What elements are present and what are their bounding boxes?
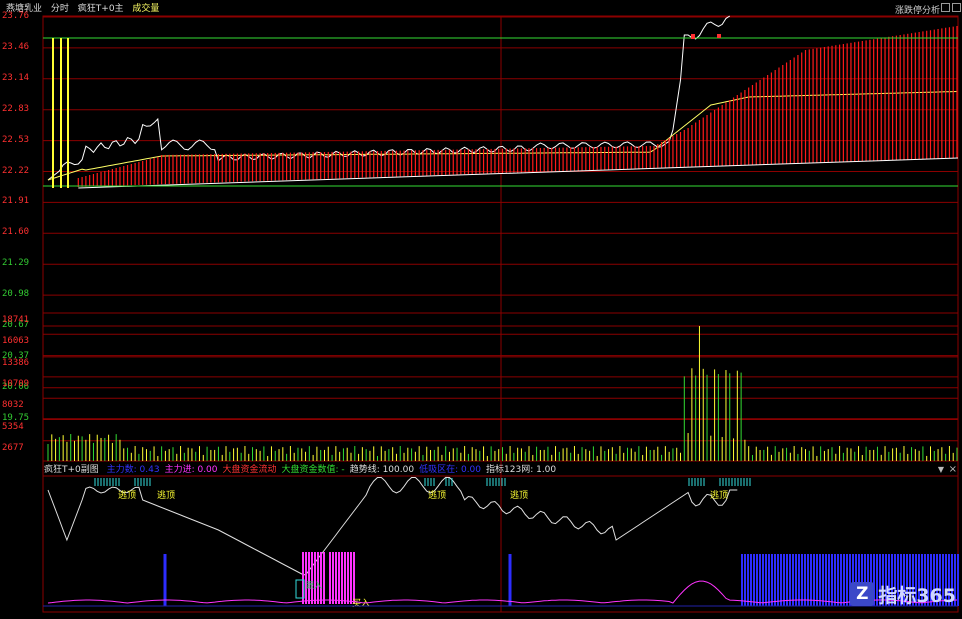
price-tick-label: 22.22 [2,165,30,176]
volume-tick-label: 18741 [2,315,30,325]
top-sell-label: 逃顶 [157,489,175,501]
limit-analysis-link[interactable]: 涨跌停分析 [895,3,940,16]
sub-panel-title[interactable]: 疯狂T+0副图 [44,465,99,475]
follow-label: 跟入 [306,581,322,590]
price-tick-label: 23.76 [2,11,30,21]
price-tick-label: 23.46 [2,41,30,52]
price-tick-label: 20.98 [2,289,30,300]
volume-tick-label: 10709 [2,378,30,389]
top-sell-label: 逃顶 [710,489,728,501]
volume-tick-label: 2677 [2,442,24,453]
watermark-logo: Z 指标365 [850,580,956,608]
price-tick-label: 23.14 [2,72,30,83]
chart-stage: 逃顶 逃顶 逃顶 逃顶 逃顶跟入买入 [0,0,962,616]
volume-tick-label: 8032 [2,400,24,411]
top-sell-label: 逃顶 [428,489,446,501]
buy-marker-icon [691,34,695,39]
maximize-icon[interactable] [941,3,950,12]
top-sell-label: 逃顶 [118,489,136,501]
indicator-label[interactable]: 疯狂T+0主 [78,4,124,14]
dropdown-icon[interactable]: ▼ [938,465,944,474]
sub-panel-item: 趋势线: 100.00 [349,465,415,475]
buy-label: 买入 [352,598,370,609]
price-tick-label: 22.53 [2,134,30,145]
sub-panel-item: 低吸区在: 0.00 [419,465,482,475]
close-icon[interactable] [952,3,961,12]
sub-panel-header: 疯狂T+0副图 主力数: 0.43 主力进: 0.00 大盘资金流动 大盘资金数值: … [44,464,566,476]
price-tick-label: 21.29 [2,258,30,269]
sub-panel-item: 大盘资金数值: - [281,465,345,475]
chart-canvas[interactable]: 逃顶 逃顶 逃顶 逃顶 逃顶跟入买入 [0,0,962,616]
sub-panel-item: 主力数: 0.43 [106,465,160,475]
sub-panel-close-icon[interactable]: × [949,464,957,475]
sub-panel-item: 主力进: 0.00 [164,465,218,475]
price-tick-label: 21.91 [2,196,30,207]
sell-marker-icon [717,34,721,38]
volume-label: 成交量 [132,4,160,14]
volume-tick-label: 13386 [2,357,30,368]
mode-label[interactable]: 分时 [51,4,69,14]
trend-line [47,476,738,576]
price-tick-label: 22.83 [2,103,30,114]
top-sell-label: 逃顶 [510,489,528,501]
sub-panel-item: 大盘资金流动 [222,465,277,475]
price-tick-label: 21.60 [2,227,30,238]
sub-panel-item: 指标123网: 1.00 [486,465,557,475]
logo-mark-icon: Z [850,582,875,606]
volume-tick-label: 5354 [2,421,24,432]
volume-tick-label: 16063 [2,336,30,347]
logo-text: 指标365 [878,584,956,607]
